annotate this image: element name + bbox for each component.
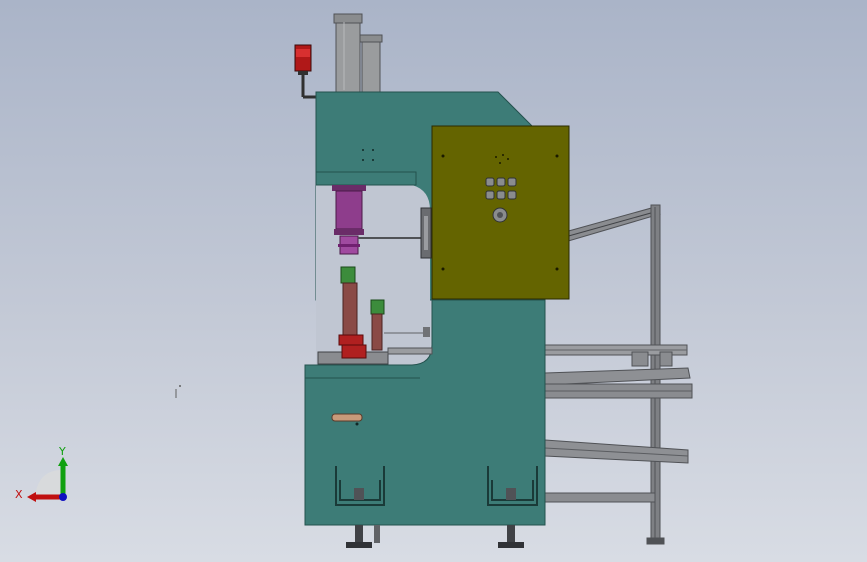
control-panel[interactable] — [431, 125, 570, 300]
machine-model-view[interactable]: Y X — [0, 0, 867, 562]
y-axis-label: Y — [58, 445, 66, 458]
selector-switch[interactable] — [492, 207, 508, 223]
origin-marker — [175, 385, 181, 398]
signal-beacon[interactable] — [294, 44, 317, 99]
x-axis-label: X — [15, 488, 23, 501]
cad-viewport[interactable]: Y X — [0, 0, 867, 562]
air-cylinder-tall[interactable] — [333, 13, 363, 93]
air-cylinder-short[interactable] — [359, 34, 383, 93]
z-axis-dot — [59, 493, 67, 501]
coordinate-triad[interactable]: Y X — [15, 445, 68, 502]
